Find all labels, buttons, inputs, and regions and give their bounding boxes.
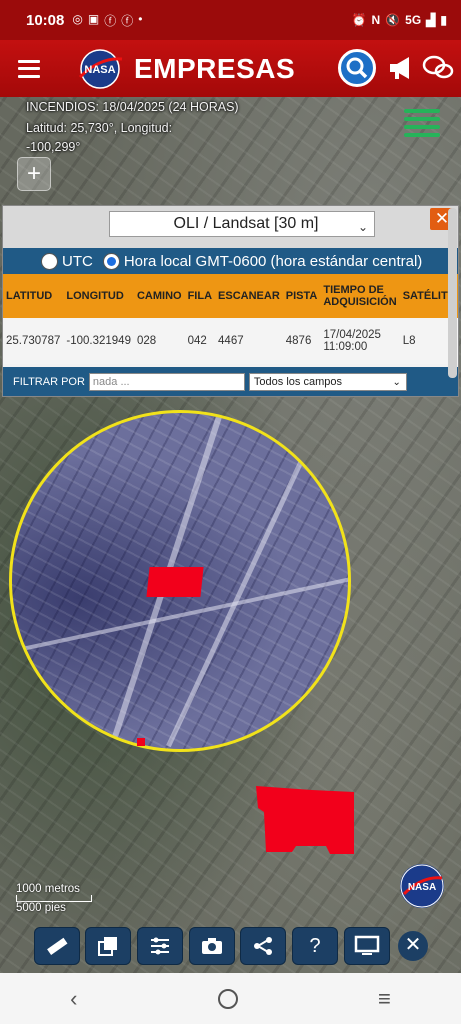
tz-local-label: Hora local GMT-0600 (hora estándar centr… — [123, 252, 423, 270]
help-icon: ? — [309, 934, 321, 957]
volume-off-icon: 🔇 — [385, 13, 401, 27]
table-cell: 042 — [184, 318, 216, 364]
alarm-icon: ⏰ — [351, 13, 367, 27]
table-cell: 028 — [133, 318, 185, 364]
hamburger-menu-button[interactable] — [18, 59, 40, 78]
help-button[interactable]: ? — [292, 927, 338, 965]
notification-icons: ◎ ▣ ⓕ ⓕ • — [72, 12, 142, 29]
dot-icon: • — [138, 11, 143, 26]
copy-icon — [98, 937, 117, 956]
home-button[interactable] — [217, 988, 238, 1009]
system-nav-bar: ‹ ≡ — [0, 973, 461, 1024]
snapshot-button[interactable] — [189, 927, 235, 965]
display-button[interactable] — [344, 927, 390, 965]
app-title: EMPRESAS — [134, 52, 296, 84]
ruler-icon — [47, 937, 68, 956]
sensor-select-value: OLI / Landsat [30 m] — [173, 215, 319, 232]
fire-layer-label: INCENDIOS: 18/04/2025 (24 HORAS) — [26, 100, 239, 114]
filter-field-select[interactable]: Todos los campos ⌄ — [248, 373, 407, 391]
svg-text:NASA: NASA — [84, 64, 115, 76]
system-icons: ⏰ N 🔇 5G ▟ ▮ — [352, 13, 447, 27]
nfc-icon: N — [371, 13, 381, 27]
clock: 10:08 — [26, 11, 65, 29]
chevron-down-icon: ⌄ — [392, 377, 401, 388]
search-icon — [346, 57, 368, 79]
battery-icon: ▮ — [440, 13, 447, 27]
app-bar: NASA EMPRESAS — [0, 40, 461, 97]
column-header[interactable]: PISTA — [282, 274, 321, 318]
tz-local-radio[interactable] — [102, 252, 120, 270]
filter-field-value: Todos los campos — [253, 376, 342, 388]
fire-hotspot-cluster[interactable] — [256, 786, 354, 854]
voicemail-icon: ▣ — [87, 11, 100, 26]
coordinates-readout-longitude: -100,299° — [26, 140, 81, 154]
column-header[interactable]: ESCANEAR — [215, 274, 283, 318]
megaphone-icon[interactable] — [387, 54, 415, 82]
tz-utc-label: UTC — [62, 252, 93, 270]
panel-scrollbar[interactable] — [448, 208, 457, 378]
scale-feet: 5000 pies — [16, 902, 66, 914]
column-header[interactable]: TIEMPO DE ADQUISICIÓN — [320, 274, 400, 318]
chevron-down-icon: ⌄ — [357, 220, 368, 234]
column-header[interactable]: LONGITUD — [63, 274, 134, 318]
signal-icon: ▟ — [426, 13, 436, 27]
table-cell: -100.321949 — [63, 318, 134, 364]
filter-input[interactable]: nada ... — [88, 373, 245, 391]
chat-icon[interactable] — [422, 54, 454, 82]
monitor-icon — [354, 935, 380, 955]
scale-bar — [16, 895, 92, 902]
table-cell: 4467 — [215, 318, 283, 364]
close-icon: ✕ — [404, 934, 422, 956]
search-button[interactable] — [338, 49, 376, 87]
table-row[interactable]: 25.730787 -100.321949 028 042 4467 4876 … — [3, 318, 458, 364]
satellite-map[interactable]: INCENDIOS: 18/04/2025 (24 HORAS) Latitud… — [0, 97, 461, 973]
panel-header: OLI / Landsat [30 m] ⌄ ✕ — [3, 206, 458, 248]
camera-icon — [202, 938, 222, 954]
timezone-selector: UTC Hora local GMT-0600 (hora estándar c… — [3, 248, 458, 274]
map-scale: 1000 metros 5000 pies — [16, 883, 92, 914]
whatsapp-icon: ◎ — [72, 11, 83, 26]
table-cell: 17/04/2025 11:09:00 — [320, 318, 400, 364]
table-cell: 4876 — [282, 318, 321, 364]
table-cell: 25.730787 — [3, 318, 64, 364]
layers-menu-button[interactable] — [404, 109, 440, 137]
map-toolbar: ? ✕ — [0, 927, 461, 967]
fire-hotspot[interactable] — [146, 567, 204, 597]
svg-text:NASA: NASA — [408, 882, 436, 893]
tz-local-option[interactable]: Hora local GMT-0600 (hora estándar centr… — [102, 252, 423, 270]
filter-label: FILTRAR POR — [13, 376, 85, 388]
scale-meters: 1000 metros — [16, 883, 80, 895]
sensor-select[interactable]: OLI / Landsat [30 m] ⌄ — [109, 211, 375, 237]
facebook-icon: ⓕ — [121, 13, 134, 28]
compare-button[interactable] — [85, 927, 131, 965]
network-label: 5G — [405, 13, 422, 27]
close-toolbar-button[interactable]: ✕ — [398, 931, 428, 961]
table-header-row: LATITUD LONGITUD CAMINO FILA ESCANEAR PI… — [3, 274, 458, 318]
share-button[interactable] — [240, 927, 286, 965]
coordinates-readout: Latitud: 25,730°, Longitud: — [26, 121, 173, 135]
filter-bar: FILTRAR POR nada ... Todos los campos ⌄ — [3, 367, 458, 396]
back-button[interactable]: ‹ — [70, 986, 77, 1012]
zoom-in-button[interactable]: + — [17, 157, 51, 191]
nasa-logo: NASA — [78, 48, 123, 89]
column-header[interactable]: FILA — [184, 274, 216, 318]
tz-utc-radio[interactable] — [41, 252, 58, 270]
recents-button[interactable]: ≡ — [378, 986, 391, 1012]
facebook-icon: ⓕ — [104, 13, 117, 28]
status-bar: 10:08 ◎ ▣ ⓕ ⓕ • ⏰ N 🔇 5G ▟ ▮ — [0, 0, 461, 40]
magnifier-lens[interactable] — [9, 410, 351, 752]
share-icon — [254, 937, 272, 955]
tz-utc-option[interactable]: UTC — [41, 252, 93, 270]
column-header[interactable]: CAMINO — [133, 274, 185, 318]
sliders-icon — [151, 937, 169, 955]
measure-button[interactable] — [34, 927, 80, 965]
fire-hotspot-small[interactable] — [137, 738, 145, 746]
nasa-badge-icon[interactable]: NASA — [400, 864, 444, 908]
results-panel: OLI / Landsat [30 m] ⌄ ✕ UTC Hora local … — [2, 205, 459, 397]
column-header[interactable]: LATITUD — [3, 274, 64, 318]
results-table: LATITUD LONGITUD CAMINO FILA ESCANEAR PI… — [3, 274, 458, 364]
settings-button[interactable] — [137, 927, 183, 965]
